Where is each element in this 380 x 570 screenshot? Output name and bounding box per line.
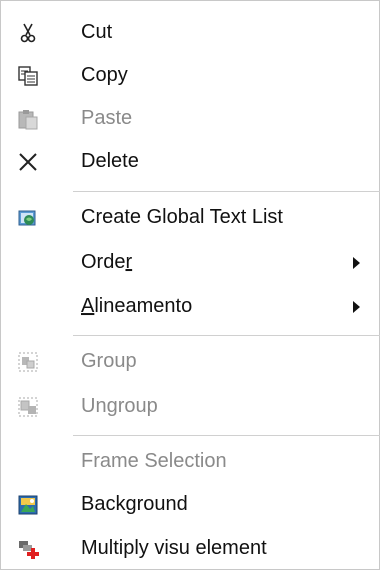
menu-item-cut[interactable]: Cut bbox=[1, 13, 379, 53]
menu-item-label: Cut bbox=[81, 21, 113, 44]
menu-item-label: Frame Selection bbox=[81, 450, 227, 473]
multiply-element-icon bbox=[17, 538, 39, 560]
menu-item-label: Copy bbox=[81, 64, 128, 87]
group-icon bbox=[17, 351, 39, 373]
scissors-icon bbox=[17, 22, 39, 44]
context-menu: Cut Copy Paste Delete Create Global Text… bbox=[0, 0, 380, 570]
background-image-icon bbox=[17, 494, 39, 516]
menu-item-ungroup[interactable]: Ungroup bbox=[1, 387, 379, 427]
menu-item-label: Delete bbox=[81, 150, 139, 173]
menu-item-label: Multiply visu element bbox=[81, 537, 267, 560]
submenu-arrow-icon bbox=[353, 257, 360, 269]
delete-x-icon bbox=[17, 151, 39, 173]
paste-icon bbox=[17, 108, 39, 130]
menu-item-copy[interactable]: Copy bbox=[1, 56, 379, 96]
submenu-arrow-icon bbox=[353, 301, 360, 313]
menu-item-frame-selection[interactable]: Frame Selection bbox=[1, 442, 379, 482]
global-text-list-icon bbox=[17, 207, 39, 229]
copy-icon bbox=[17, 65, 39, 87]
menu-item-delete[interactable]: Delete bbox=[1, 142, 379, 182]
menu-item-label: Order bbox=[81, 251, 133, 274]
menu-item-label: Group bbox=[81, 350, 137, 373]
menu-item-label: Alineamento bbox=[81, 295, 193, 318]
menu-item-label: Paste bbox=[81, 107, 133, 130]
menu-item-create-global-text-list[interactable]: Create Global Text List bbox=[1, 198, 379, 238]
menu-item-label: Ungroup bbox=[81, 395, 158, 418]
menu-item-order[interactable]: Order bbox=[1, 243, 379, 283]
menu-item-alineamento[interactable]: Alineamento bbox=[1, 287, 379, 327]
menu-item-label: Background bbox=[81, 493, 188, 516]
menu-item-paste[interactable]: Paste bbox=[1, 99, 379, 139]
ungroup-icon bbox=[17, 396, 39, 418]
menu-separator bbox=[73, 435, 380, 436]
menu-item-label: Create Global Text List bbox=[81, 206, 283, 229]
menu-item-background[interactable]: Background bbox=[1, 485, 379, 525]
menu-item-multiply-visu-element[interactable]: Multiply visu element bbox=[1, 529, 379, 569]
menu-item-group[interactable]: Group bbox=[1, 342, 379, 382]
menu-separator bbox=[73, 191, 380, 192]
menu-separator bbox=[73, 335, 380, 336]
